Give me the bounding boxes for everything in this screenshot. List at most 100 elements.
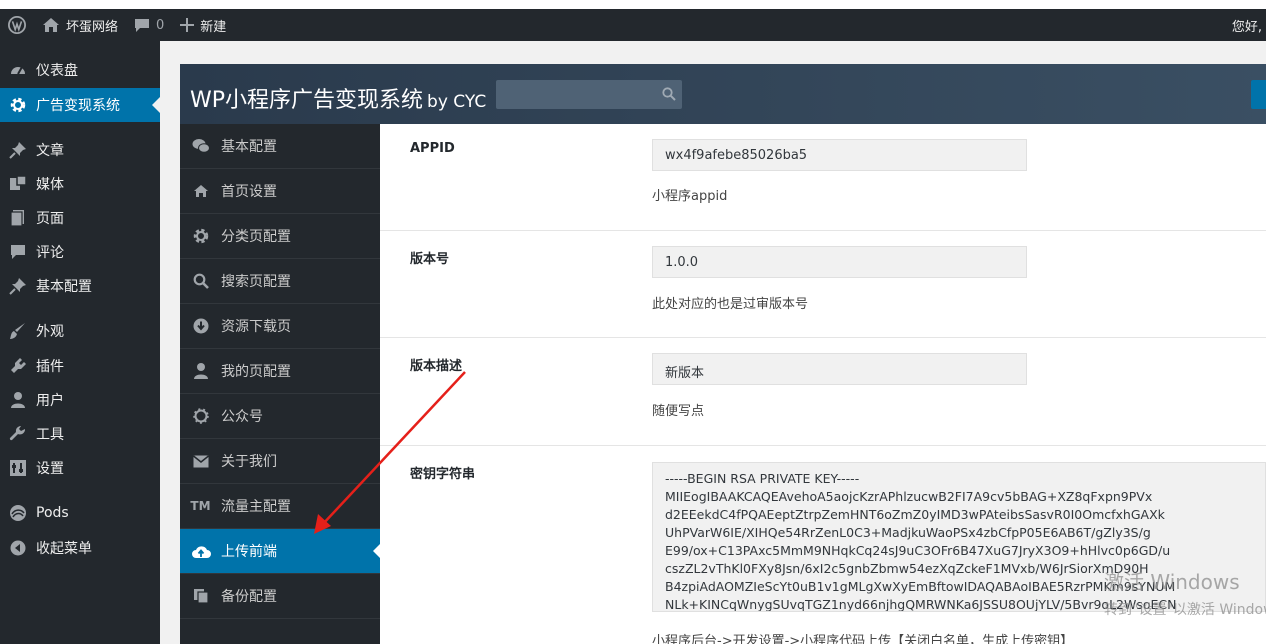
key-desc: 小程序后台->开发设置->小程序代码上传【关闭白名单，生成上传密钥】 bbox=[652, 634, 1074, 644]
settings-tab[interactable]: TM 流量主配置 bbox=[180, 484, 380, 529]
comments-link[interactable]: 0 bbox=[126, 9, 172, 41]
settings-tab[interactable]: 备份配置 bbox=[180, 574, 380, 619]
version-label: 版本号 bbox=[410, 252, 450, 267]
settings-form: APPID wx4f9afebe85026ba5 小程序appid 版本号 1.… bbox=[380, 124, 1266, 644]
collapse-icon bbox=[0, 539, 36, 557]
panel-header: WP小程序广告变现系统 by CYC bbox=[180, 64, 1266, 124]
settings-tabs: 基本配置首页设置分类页配置搜索页配置资源下载页我的页配置公众号关于我们 TM 流量主… bbox=[180, 124, 380, 644]
panel-author: by CYC bbox=[427, 92, 487, 112]
new-content-link[interactable]: 新建 bbox=[172, 9, 234, 41]
admin-menu-item[interactable]: 广告变现系统 bbox=[0, 88, 160, 122]
dashboard-icon bbox=[0, 61, 36, 79]
settings-icon bbox=[0, 459, 36, 477]
gear-icon bbox=[0, 96, 36, 114]
settings-tab-label: 公众号 bbox=[221, 409, 263, 425]
settings-tab[interactable]: 搜索页配置 bbox=[180, 259, 380, 304]
wechat-icon bbox=[180, 138, 221, 154]
admin-menu-label: Pods bbox=[36, 505, 69, 521]
admin-menu-item[interactable]: 插件 bbox=[0, 349, 160, 383]
admin-menu-label: 用户 bbox=[36, 393, 64, 409]
settings-tab[interactable]: 关于我们 bbox=[180, 439, 380, 484]
admin-menu-item[interactable]: 工具 bbox=[0, 417, 160, 451]
media-icon bbox=[0, 175, 36, 193]
version-desc-label: 版本描述 bbox=[410, 359, 463, 374]
version-desc-hint: 随便写点 bbox=[652, 404, 705, 419]
admin-menu-item[interactable]: 收起菜单 bbox=[0, 531, 160, 565]
mail-icon bbox=[180, 454, 221, 468]
admin-menu-item[interactable]: 外观 bbox=[0, 314, 160, 348]
version-input[interactable]: 1.0.0 bbox=[652, 246, 1027, 278]
panel-title: WP小程序广告变现系统 by CYC bbox=[190, 82, 486, 114]
wrench-icon bbox=[0, 425, 36, 443]
field-row-version: 版本号 1.0.0 此处对应的也是过审版本号 bbox=[380, 231, 1266, 338]
admin-menu-label: 工具 bbox=[36, 427, 64, 443]
comment-icon bbox=[0, 243, 36, 261]
settings-tab[interactable]: 上传前端 bbox=[180, 529, 380, 574]
settings-tab-label: 上传前端 bbox=[221, 544, 277, 560]
admin-menu-item[interactable]: 设置 bbox=[0, 451, 160, 485]
admin-menu: 仪表盘 广告变现系统 文章 媒体页面评论基本配置外观插件用户工具设置 Pods 收起菜单 bbox=[0, 41, 160, 644]
version-desc-input[interactable]: 新版本 bbox=[652, 353, 1027, 385]
admin-menu-item[interactable]: 基本配置 bbox=[0, 269, 160, 303]
settings-tab-label: 资源下载页 bbox=[221, 319, 291, 335]
settings-tab-label: 我的页配置 bbox=[221, 364, 291, 380]
key-textarea[interactable]: -----BEGIN RSA PRIVATE KEY----- MIIEogIB… bbox=[652, 462, 1266, 612]
top-strip bbox=[0, 0, 1266, 9]
admin-menu-label: 设置 bbox=[36, 461, 64, 477]
wordpress-logo-button[interactable] bbox=[0, 9, 34, 41]
key-label: 密钥字符串 bbox=[410, 467, 476, 482]
admin-menu-item[interactable]: 媒体 bbox=[0, 167, 160, 201]
home-icon bbox=[43, 18, 59, 32]
download-icon bbox=[180, 318, 221, 334]
plugin-icon bbox=[0, 357, 36, 375]
cloud-upload-icon bbox=[180, 544, 221, 559]
settings-tab[interactable]: 我的页配置 bbox=[180, 349, 380, 394]
site-name: 坏蛋网络 bbox=[66, 19, 119, 35]
settings-tab-label: 流量主配置 bbox=[221, 499, 291, 515]
pods-icon bbox=[0, 504, 36, 522]
greeting: 您好, bbox=[1231, 19, 1262, 35]
page-icon bbox=[0, 209, 36, 227]
search-icon bbox=[180, 273, 221, 289]
header-action-button[interactable] bbox=[1251, 80, 1266, 109]
plus-icon bbox=[180, 18, 195, 32]
brush-icon bbox=[0, 322, 36, 340]
field-row-version-desc: 版本描述 新版本 随便写点 bbox=[380, 338, 1266, 446]
gear-outline-icon bbox=[180, 408, 221, 424]
user-icon bbox=[180, 362, 221, 380]
field-row-appid: APPID wx4f9afebe85026ba5 小程序appid bbox=[380, 124, 1266, 231]
settings-tab-label: 关于我们 bbox=[221, 454, 277, 470]
admin-menu-label: 外观 bbox=[36, 324, 64, 340]
admin-menu-item[interactable]: 用户 bbox=[0, 383, 160, 417]
appid-label: APPID bbox=[410, 141, 455, 156]
settings-tab[interactable]: 资源下载页 bbox=[180, 304, 380, 349]
tm-icon: TM bbox=[190, 499, 211, 513]
admin-menu-item[interactable]: 评论 bbox=[0, 235, 160, 269]
pin-icon bbox=[0, 277, 36, 295]
admin-menu-item[interactable]: 页面 bbox=[0, 201, 160, 235]
comments-count: 0 bbox=[156, 17, 165, 33]
admin-menu-item[interactable]: 仪表盘 bbox=[0, 53, 160, 87]
appid-input[interactable]: wx4f9afebe85026ba5 bbox=[652, 139, 1027, 171]
settings-tab[interactable]: 首页设置 bbox=[180, 169, 380, 214]
settings-tab-label: 搜索页配置 bbox=[221, 274, 291, 290]
site-name-link[interactable]: 坏蛋网络 bbox=[34, 9, 126, 41]
pin-icon bbox=[0, 141, 36, 159]
admin-menu-label: 评论 bbox=[36, 245, 64, 261]
appid-desc: 小程序appid bbox=[652, 189, 728, 204]
admin-menu-item[interactable]: Pods bbox=[0, 496, 160, 530]
account-menu[interactable]: 您好, bbox=[1232, 9, 1266, 41]
settings-tab[interactable]: 分类页配置 bbox=[180, 214, 380, 259]
home-icon bbox=[180, 184, 221, 198]
comment-icon bbox=[135, 18, 150, 32]
new-label: 新建 bbox=[200, 19, 227, 35]
wordpress-logo-icon bbox=[8, 16, 26, 34]
admin-menu-item[interactable]: 文章 bbox=[0, 133, 160, 167]
search-icon bbox=[662, 87, 676, 101]
settings-tab[interactable]: 基本配置 bbox=[180, 124, 380, 169]
admin-menu-label: 页面 bbox=[36, 211, 64, 227]
panel-search-input[interactable] bbox=[496, 80, 682, 109]
settings-tab[interactable]: 公众号 bbox=[180, 394, 380, 439]
panel-title-text: WP小程序广告变现系统 bbox=[190, 88, 424, 113]
settings-tab-label: 首页设置 bbox=[221, 184, 277, 200]
